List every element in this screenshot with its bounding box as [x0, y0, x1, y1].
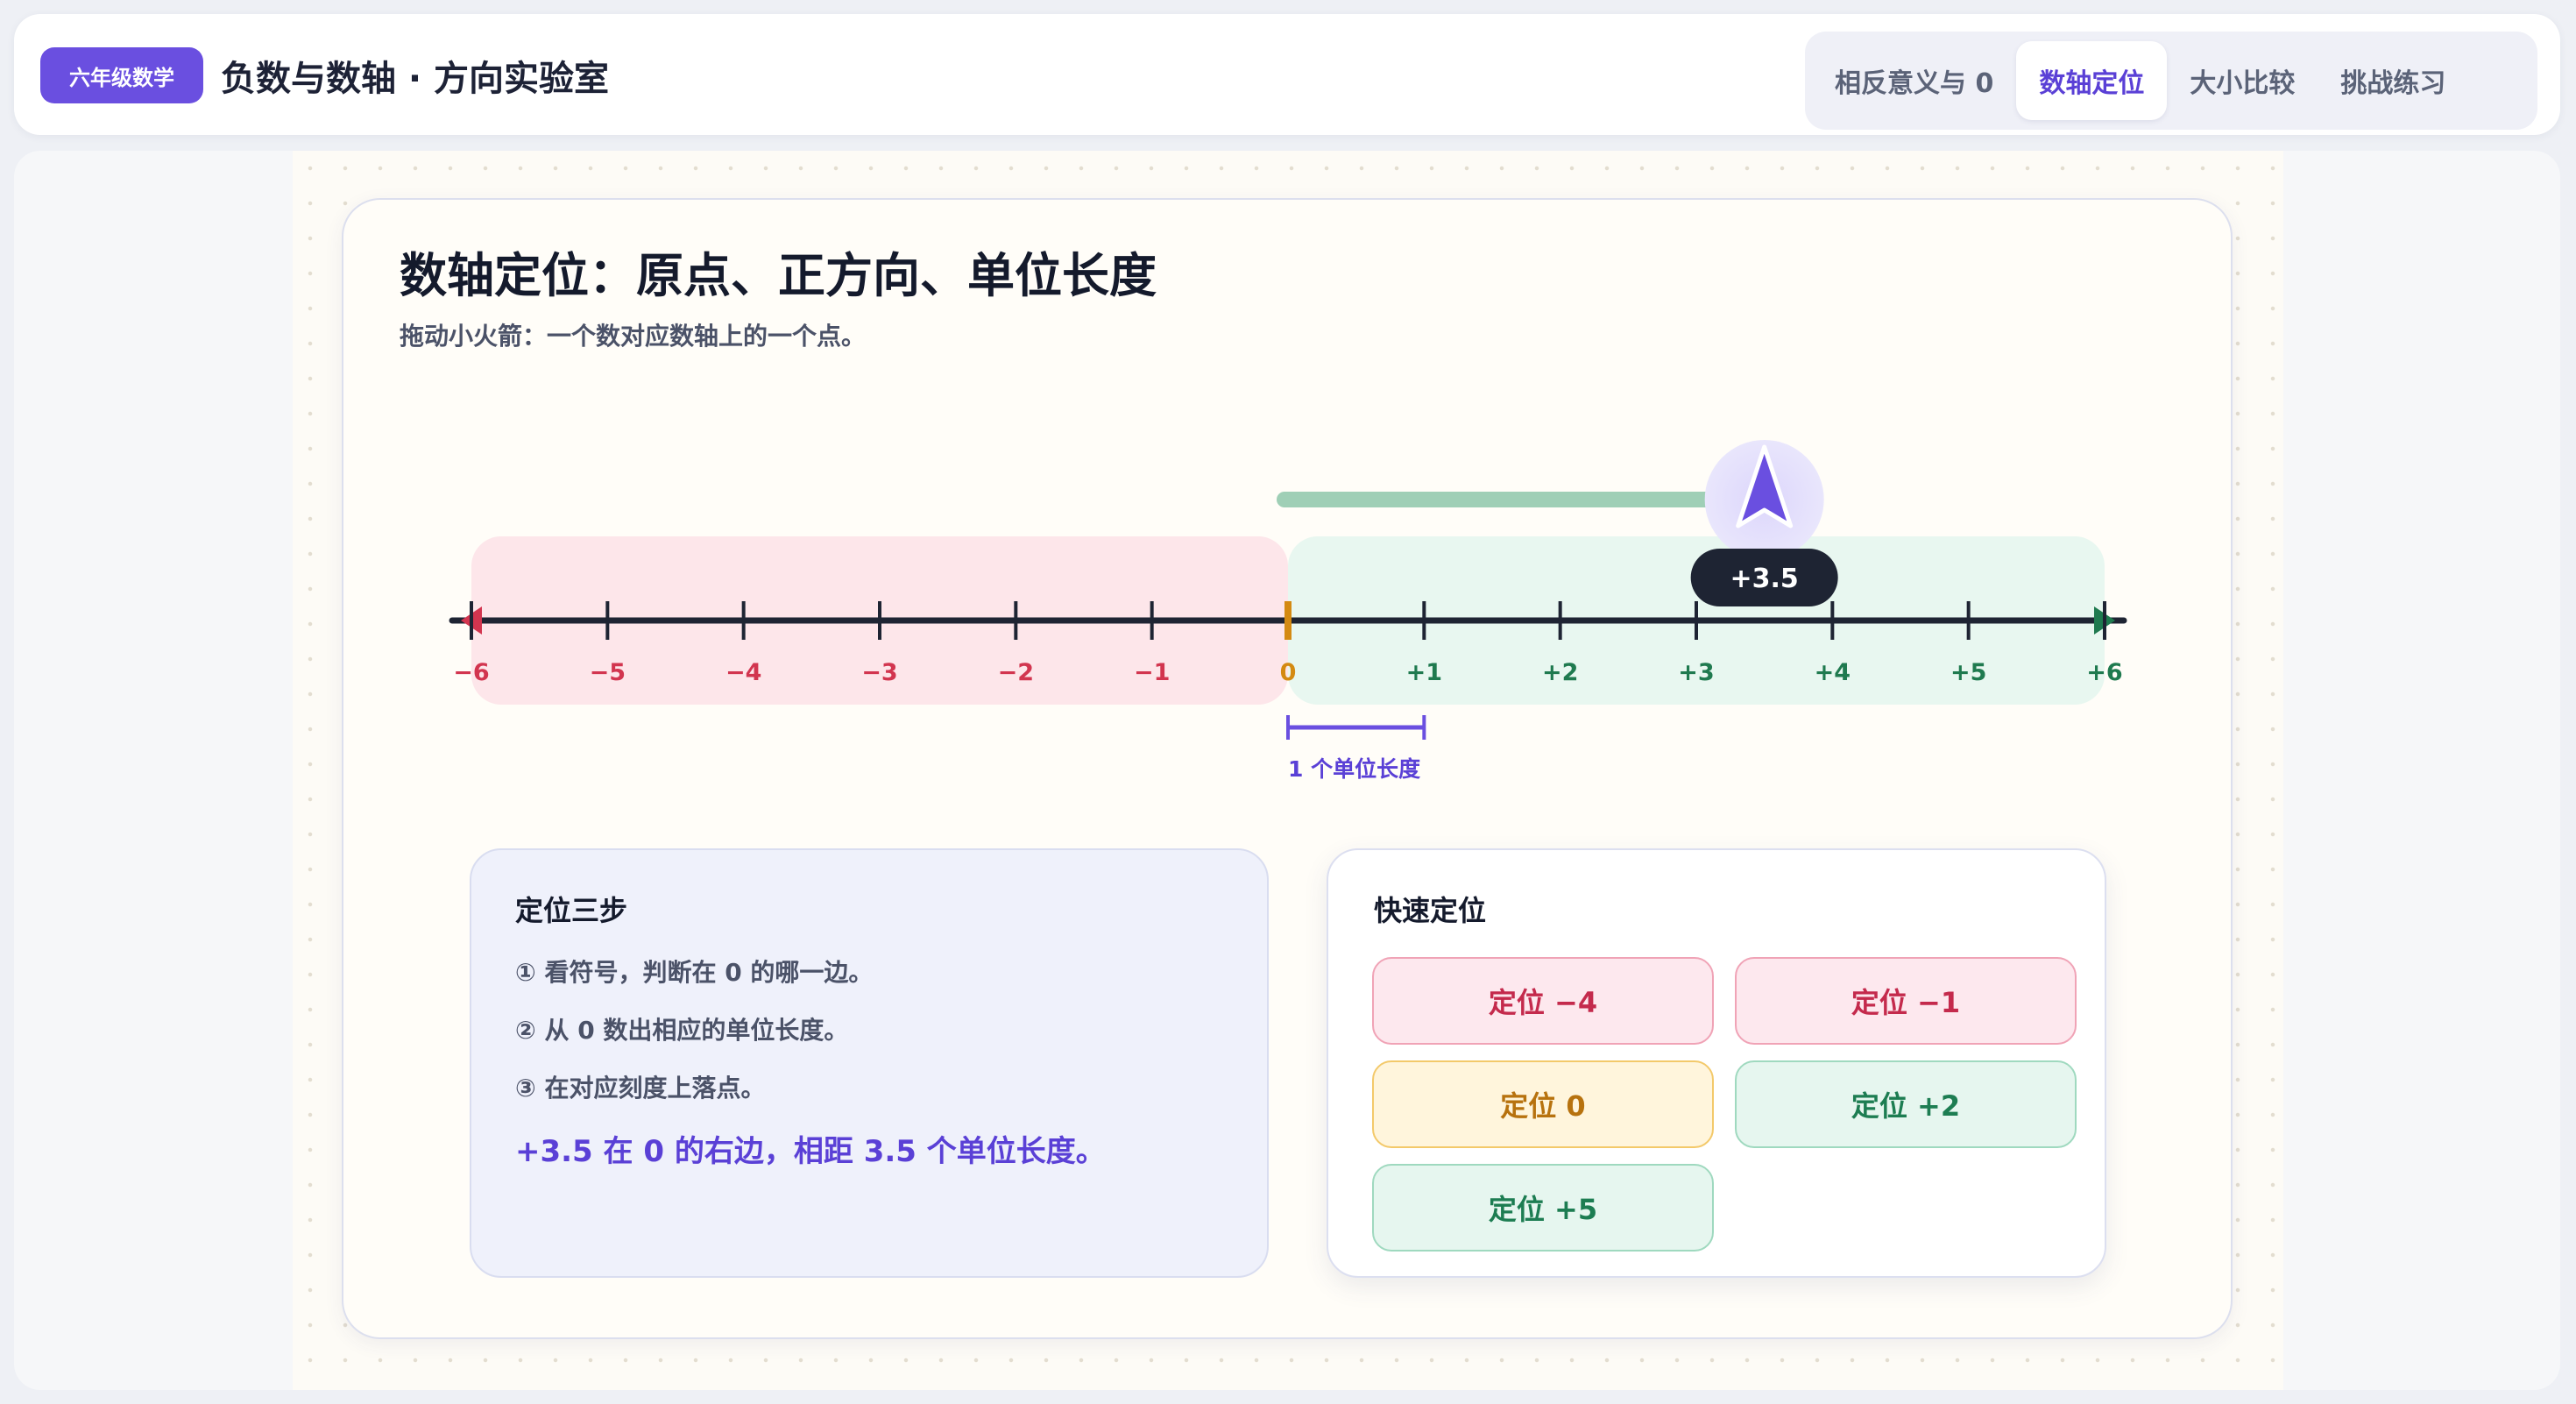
- locate-minus-4-button[interactable]: 定位 −4: [1372, 957, 1714, 1045]
- tick-label: −1: [1134, 659, 1170, 686]
- step-item: ① 看符号，判断在 0 的哪一边。: [515, 958, 874, 987]
- tick-label: 0: [1280, 659, 1297, 686]
- tick-label: +3: [1678, 659, 1714, 686]
- position-result: +3.5 在 0 的右边，相距 3.5 个单位长度。: [515, 1134, 1106, 1169]
- tick-label: −3: [861, 659, 897, 686]
- tick-label: +2: [1542, 659, 1578, 686]
- steps-panel: 定位三步 ① 看符号，判断在 0 的哪一边。 ② 从 0 数出相应的单位长度。 …: [470, 848, 1269, 1278]
- marker-value-label: +3.5: [1730, 564, 1799, 594]
- locate-zero-button[interactable]: 定位 0: [1372, 1060, 1714, 1148]
- tick-label: −2: [998, 659, 1034, 686]
- number-line: −6 −5 −4 −3 −2 −1 0 +1 +2 +3 +4 +5 +6 1 个单位长度 +3.5: [449, 440, 2127, 782]
- tick-label: −4: [725, 659, 761, 686]
- tick-label: +5: [1950, 659, 1986, 686]
- tick-label: +1: [1406, 659, 1442, 686]
- quick-locate-title: 快速定位: [1374, 894, 1487, 927]
- steps-title: 定位三步: [515, 894, 628, 927]
- locate-minus-1-button[interactable]: 定位 −1: [1735, 957, 2077, 1045]
- step-item: ② 从 0 数出相应的单位长度。: [515, 1016, 849, 1045]
- unit-length-label: 1 个单位长度: [1288, 756, 1420, 782]
- locate-plus-5-button[interactable]: 定位 +5: [1372, 1164, 1714, 1252]
- step-item: ③ 在对应刻度上落点。: [515, 1074, 766, 1103]
- locate-plus-2-button[interactable]: 定位 +2: [1735, 1060, 2077, 1148]
- tick-label: +6: [2086, 659, 2122, 686]
- tick-label: +4: [1815, 659, 1851, 686]
- quick-locate-panel: 快速定位 定位 −4 定位 −1 定位 0 定位 +2 定位 +5: [1327, 848, 2106, 1278]
- tick-label: −6: [453, 659, 489, 686]
- tick-label: −5: [590, 659, 626, 686]
